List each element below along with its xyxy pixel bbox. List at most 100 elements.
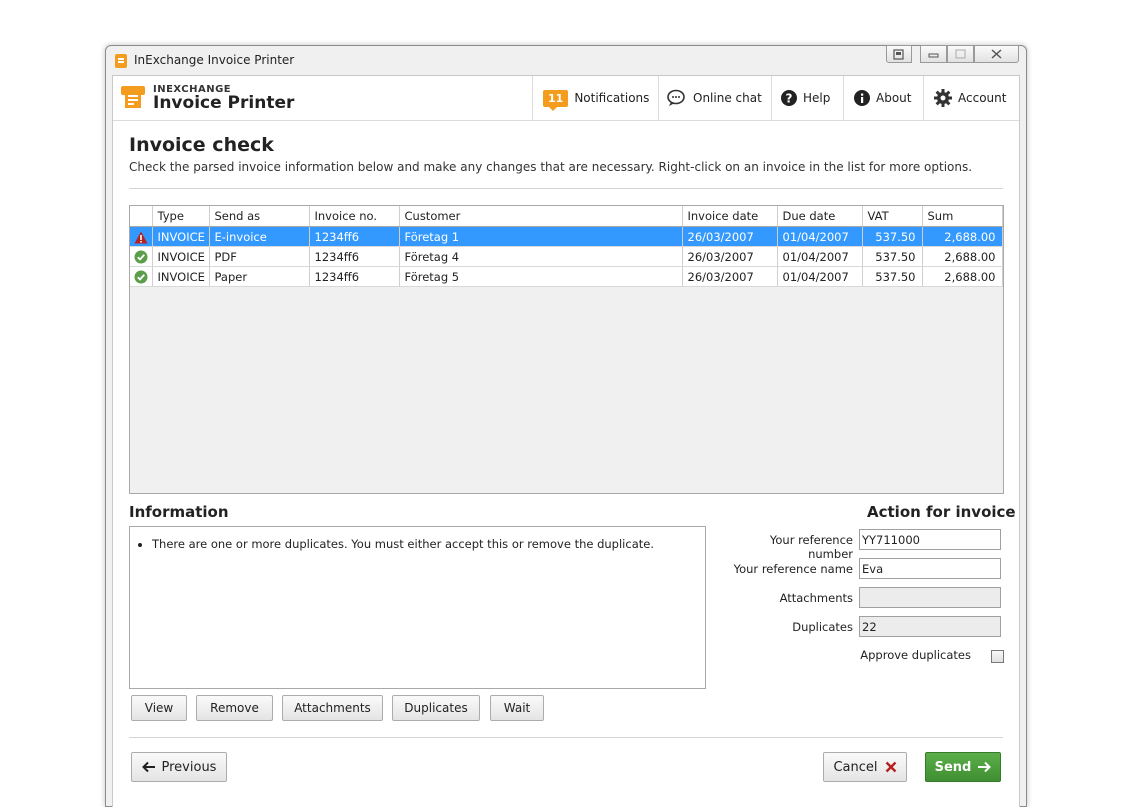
nav-online-chat-label: Online chat — [693, 91, 762, 105]
table-row[interactable]: INVOICE PDF 1234ff6 Företag 4 26/03/2007… — [130, 246, 1003, 267]
send-button-label: Send — [934, 759, 972, 775]
app-icon — [115, 54, 127, 68]
information-message: There are one or more duplicates. You mu… — [152, 537, 705, 551]
invoice-printer-logo-icon — [121, 86, 145, 108]
table-row[interactable]: INVOICE E-invoice 1234ff6 Företag 1 26/0… — [130, 226, 1003, 247]
cell-due-date: 01/04/2007 — [777, 266, 863, 287]
duplicates-button[interactable]: Duplicates — [392, 695, 480, 721]
gear-icon — [934, 89, 952, 107]
arrow-left-icon — [141, 761, 155, 773]
info-icon — [854, 90, 870, 106]
client-area: INEXCHANGE Invoice Printer 11 Notificati… — [112, 75, 1020, 807]
svg-text:?: ? — [786, 92, 793, 106]
cell-type: INVOICE — [152, 266, 210, 287]
nav-online-chat[interactable]: Online chat — [658, 76, 771, 120]
information-box: There are one or more duplicates. You mu… — [129, 526, 706, 689]
footer-divider — [129, 737, 1003, 738]
column-header-type[interactable]: Type — [152, 206, 210, 227]
app-window: InExchange Invoice Printer INEXCHANGE In… — [105, 45, 1027, 807]
nav-notifications-label: Notifications — [574, 91, 650, 105]
arrow-right-icon — [978, 761, 992, 773]
attachments-field — [859, 587, 1001, 608]
column-header-sum[interactable]: Sum — [922, 206, 1003, 227]
row-status-cell — [130, 266, 153, 287]
nav-help-label: Help — [803, 91, 831, 105]
column-header-send-as[interactable]: Send as — [209, 206, 310, 227]
cell-send-as: PDF — [209, 246, 310, 267]
information-heading: Information — [129, 503, 229, 521]
minimize-button[interactable] — [920, 45, 947, 63]
remove-button[interactable]: Remove — [196, 695, 273, 721]
cell-vat: 537.50 — [862, 266, 923, 287]
column-header-customer[interactable]: Customer — [399, 206, 683, 227]
chat-bubble-icon — [667, 89, 685, 106]
cell-type: INVOICE — [152, 246, 210, 267]
cell-customer: Företag 1 — [399, 226, 683, 247]
previous-button[interactable]: Previous — [131, 752, 227, 782]
cell-sum: 2,688.00 — [922, 266, 1003, 287]
column-header-status[interactable] — [130, 206, 153, 227]
cell-invoice-date: 26/03/2007 — [682, 246, 778, 267]
invoice-grid[interactable]: Type Send as Invoice no. Customer Invoic… — [129, 205, 1004, 494]
reference-number-field[interactable] — [859, 529, 1001, 550]
check-circle-icon — [134, 270, 148, 284]
cell-invoice-date: 26/03/2007 — [682, 266, 778, 287]
close-icon — [991, 49, 1002, 59]
help-icon: ? — [781, 90, 797, 106]
nav-notifications[interactable]: 11 Notifications — [532, 76, 658, 120]
check-circle-icon — [134, 250, 148, 264]
cell-sum: 2,688.00 — [922, 226, 1003, 247]
cancel-button[interactable]: Cancel — [823, 752, 907, 782]
table-header-row: Type Send as Invoice no. Customer Invoic… — [130, 206, 1003, 227]
window-controls — [886, 45, 1019, 65]
nav-about[interactable]: About — [843, 76, 923, 120]
cell-invoice-no: 1234ff6 — [309, 246, 400, 267]
nav-account[interactable]: Account — [923, 76, 1019, 120]
window-layout-icon — [893, 48, 904, 60]
cell-type: INVOICE — [152, 226, 210, 247]
column-header-invoice-date[interactable]: Invoice date — [682, 206, 778, 227]
column-header-vat[interactable]: VAT — [862, 206, 923, 227]
send-button[interactable]: Send — [925, 752, 1001, 782]
cell-invoice-no: 1234ff6 — [309, 226, 400, 247]
attachments-button[interactable]: Attachments — [282, 695, 383, 721]
approve-duplicates-checkbox[interactable] — [991, 650, 1004, 663]
page-title: Invoice check — [129, 134, 274, 156]
cancel-x-icon — [885, 761, 896, 773]
column-header-due-date[interactable]: Due date — [777, 206, 863, 227]
cell-customer: Företag 5 — [399, 266, 683, 287]
nav-account-label: Account — [958, 91, 1007, 105]
cell-send-as: E-invoice — [209, 226, 310, 247]
table-row[interactable]: INVOICE Paper 1234ff6 Företag 5 26/03/20… — [130, 266, 1003, 287]
maximize-button[interactable] — [947, 45, 974, 63]
restore-view-button[interactable] — [886, 45, 912, 63]
minimize-icon — [928, 53, 939, 58]
cell-sum: 2,688.00 — [922, 246, 1003, 267]
nav-about-label: About — [876, 91, 912, 105]
cell-due-date: 01/04/2007 — [777, 226, 863, 247]
cancel-button-label: Cancel — [833, 759, 878, 775]
brand-product: Invoice Printer — [153, 93, 295, 113]
cell-invoice-date: 26/03/2007 — [682, 226, 778, 247]
reference-number-label: Your reference number — [769, 533, 853, 561]
close-window-button[interactable] — [974, 45, 1019, 63]
approve-duplicates-label: Approve duplicates — [860, 648, 971, 662]
cell-vat: 537.50 — [862, 246, 923, 267]
page-description: Check the parsed invoice information bel… — [129, 160, 973, 174]
divider — [129, 188, 1003, 189]
cell-invoice-no: 1234ff6 — [309, 266, 400, 287]
invoice-table: Type Send as Invoice no. Customer Invoic… — [130, 206, 1003, 287]
window-title: InExchange Invoice Printer — [134, 53, 295, 67]
reference-name-field[interactable] — [859, 558, 1001, 579]
attachments-label: Attachments — [779, 591, 853, 605]
app-header: INEXCHANGE Invoice Printer 11 Notificati… — [113, 76, 1019, 121]
view-button[interactable]: View — [131, 695, 187, 721]
previous-button-label: Previous — [161, 759, 217, 775]
nav-help[interactable]: ? Help — [771, 76, 843, 120]
duplicates-field — [859, 616, 1001, 637]
column-header-invoice-no[interactable]: Invoice no. — [309, 206, 400, 227]
wait-button[interactable]: Wait — [490, 695, 544, 721]
title-bar: InExchange Invoice Printer — [106, 45, 1026, 76]
duplicates-label: Duplicates — [792, 620, 853, 634]
warning-icon — [134, 231, 148, 243]
